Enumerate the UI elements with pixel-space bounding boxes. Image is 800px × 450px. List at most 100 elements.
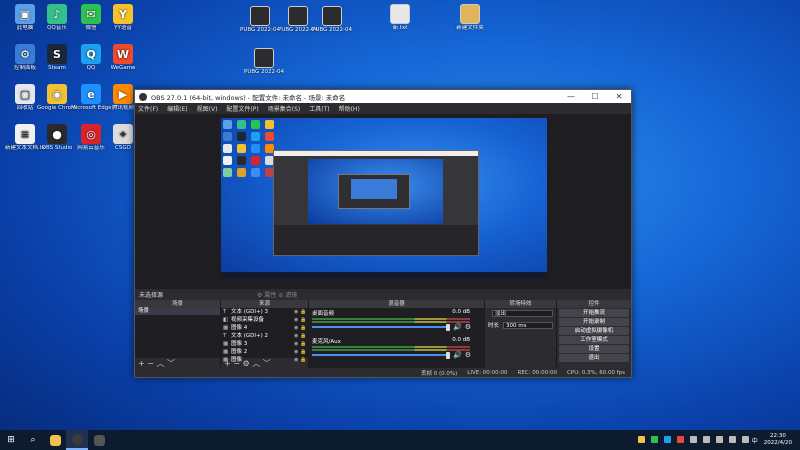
volume-fader[interactable] xyxy=(312,354,450,356)
tray-icon[interactable] xyxy=(637,435,645,443)
speaker-icon[interactable]: 🔊 xyxy=(453,351,462,359)
speaker-icon[interactable]: 🔊 xyxy=(453,323,462,331)
source-controls[interactable]: + − ⚙ ︿ ﹀ xyxy=(221,358,308,368)
desktop-file[interactable]: PUBG 2022-04-20 22-51-05.mp4 xyxy=(312,6,352,34)
volume-fader[interactable] xyxy=(312,326,450,328)
source-row[interactable]: T 文本 (GDI+) 3 ◉ 🔒 xyxy=(221,308,308,316)
app-icon: ⚙ xyxy=(15,44,35,64)
properties-filters-buttons[interactable]: ⚙ 属性 ⊘ 滤镜 xyxy=(257,290,297,299)
no-source-label: 未选择源 xyxy=(139,292,164,299)
visibility-lock-icons[interactable]: ◉ 🔒 xyxy=(294,340,308,348)
tray-icon[interactable] xyxy=(689,435,697,443)
transitions-dock: 转场特效 淡出 时长 300 ms xyxy=(485,300,557,368)
menu-item[interactable]: 帮助(H) xyxy=(339,104,360,113)
control-button[interactable]: 工作室模式 xyxy=(559,336,629,344)
close-icon[interactable]: ✕ xyxy=(607,92,631,101)
visibility-lock-icons[interactable]: ◉ 🔒 xyxy=(294,332,308,340)
scene-list: 场景 xyxy=(135,308,220,358)
app-icon: ✉ xyxy=(81,4,101,24)
desktop-file[interactable]: PUBG 2022-04-20 23-02-11.mp4 xyxy=(244,48,284,76)
desktop-icon[interactable]: W WeGame xyxy=(103,44,143,72)
clock[interactable]: 22:30 2022/4/20 xyxy=(764,433,792,447)
obs-logo-icon xyxy=(139,92,147,101)
nested-obs-window xyxy=(273,150,479,256)
menu-item[interactable]: 场景集合(S) xyxy=(268,104,301,113)
obs-studio-taskbar-button[interactable] xyxy=(66,430,88,450)
scene-item[interactable]: 场景 xyxy=(135,308,220,315)
source-row[interactable]: T 文本 (GDI+) 2 ◉ 🔒 xyxy=(221,332,308,340)
clock-date: 2022/4/20 xyxy=(763,440,792,446)
desktop-icon[interactable]: Y YY语音 xyxy=(103,4,143,32)
preview-mini-icon xyxy=(223,144,232,153)
preview-desktop-icons xyxy=(223,120,276,177)
visibility-lock-icons[interactable]: ◉ 🔒 xyxy=(294,316,308,324)
source-row[interactable]: ▦ 图像 2 ◉ 🔒 xyxy=(221,348,308,356)
preview-mini-icon xyxy=(237,132,246,141)
tray-icon[interactable] xyxy=(650,435,658,443)
control-button[interactable]: 设置 xyxy=(559,345,629,353)
maximize-icon[interactable]: ☐ xyxy=(583,92,607,101)
camera-taskbar-button[interactable] xyxy=(88,430,110,450)
search-icon[interactable]: ⌕ xyxy=(22,430,44,450)
control-button[interactable]: 开始录制 xyxy=(559,318,629,326)
source-row[interactable]: ◧ 视频采集设备 ◉ 🔒 xyxy=(221,316,308,324)
desktop-file[interactable]: 新.txt xyxy=(380,4,420,32)
desktop-file[interactable]: PUBG 2022-04-20 22-30-15.mp4 xyxy=(240,6,280,34)
tray-icon[interactable] xyxy=(715,435,723,443)
canvas-preview[interactable] xyxy=(221,118,547,278)
tray-icon[interactable] xyxy=(663,435,671,443)
app-icon: Q xyxy=(81,44,101,64)
scene-controls[interactable]: + − ︿ ﹀ xyxy=(135,358,220,368)
fader-knob[interactable] xyxy=(446,352,450,359)
status-bar: 丢帧 0 (0.0%) LIVE: 00:00:00 REC: 00:00:00… xyxy=(135,368,631,377)
file-explorer-taskbar-button[interactable] xyxy=(44,430,66,450)
transition-select[interactable]: 淡出 xyxy=(485,308,556,319)
cpu-fps: CPU: 0.3%, 60.00 fps xyxy=(566,369,625,376)
file-icon xyxy=(288,6,308,26)
controls-dock-title: 控件 xyxy=(557,300,631,308)
taskbar: ⊞ ⌕ 中 22:30 2022/4/20 xyxy=(0,430,800,450)
tray-icon[interactable] xyxy=(702,435,710,443)
control-button[interactable]: 退出 xyxy=(559,354,629,362)
start-button[interactable]: ⊞ xyxy=(0,430,22,450)
preview-mini-icon xyxy=(251,120,260,129)
gear-icon[interactable]: ⚙ xyxy=(465,323,471,331)
source-type-icon: ▦ xyxy=(223,325,229,331)
desktop-file[interactable]: 新建文件夹 xyxy=(450,4,490,32)
preview-mini-icon xyxy=(265,120,274,129)
menu-item[interactable]: 视图(V) xyxy=(197,104,218,113)
transition-type[interactable]: 淡出 xyxy=(492,310,553,317)
preview-mini-icon xyxy=(251,144,260,153)
gear-icon[interactable]: ⚙ xyxy=(465,351,471,359)
obs-titlebar[interactable]: OBS 27.0.1 (64-bit, windows) - 配置文件: 未命名… xyxy=(135,90,631,103)
source-row[interactable]: ▦ 图像 4 ◉ 🔒 xyxy=(221,324,308,332)
mixer-track-db: 0.0 dB xyxy=(452,309,470,315)
ime-indicator[interactable]: 中 xyxy=(752,436,758,445)
volume-meter xyxy=(312,349,470,351)
dropped-frames: 丢帧 0 (0.0%) xyxy=(421,370,458,377)
app-icon: ♪ xyxy=(47,4,67,24)
menu-item[interactable]: 文件(F) xyxy=(138,104,158,113)
visibility-lock-icons[interactable]: ◉ 🔒 xyxy=(294,324,308,332)
minimize-icon[interactable]: — xyxy=(559,92,583,101)
visibility-lock-icons[interactable]: ◉ 🔒 xyxy=(294,348,308,356)
duration-input[interactable]: 300 ms xyxy=(503,321,553,329)
desktop-file-label: 新建文件夹 xyxy=(456,25,484,31)
tray-icon[interactable] xyxy=(676,435,684,443)
tray-icon[interactable] xyxy=(741,435,749,443)
source-row[interactable]: ▦ 图像 3 ◉ 🔒 xyxy=(221,340,308,348)
control-button[interactable]: 开始推流 xyxy=(559,309,629,317)
window-title: OBS 27.0.1 (64-bit, windows) - 配置文件: 未命名… xyxy=(151,93,346,102)
app-icon: ▣ xyxy=(15,4,35,24)
menu-item[interactable]: 工具(T) xyxy=(309,104,329,113)
obs-studio-icon xyxy=(71,433,83,445)
source-name: 文本 (GDI+) 3 xyxy=(231,309,269,315)
control-button[interactable]: 启动虚拟摄像机 xyxy=(559,327,629,335)
fader-knob[interactable] xyxy=(446,324,450,331)
visibility-lock-icons[interactable]: ◉ 🔒 xyxy=(294,308,308,316)
obs-window[interactable]: OBS 27.0.1 (64-bit, windows) - 配置文件: 未命名… xyxy=(134,89,632,378)
source-type-icon: T xyxy=(223,309,227,315)
menu-item[interactable]: 配置文件(P) xyxy=(226,104,258,113)
menu-item[interactable]: 编辑(E) xyxy=(167,104,187,113)
tray-icon[interactable] xyxy=(728,435,736,443)
